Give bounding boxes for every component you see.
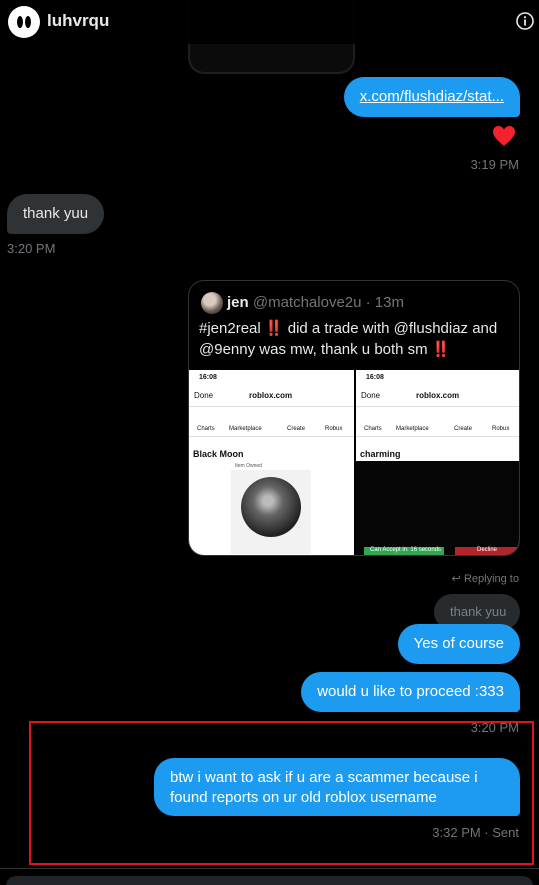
tweet-author-name[interactable]: jen	[227, 294, 249, 311]
item-owned-label: Item Owned	[235, 463, 262, 469]
tweet-image-1[interactable]: 16:08 Done roblox.com Charts Marketplace…	[189, 370, 354, 555]
conversation-username[interactable]: luhvrqu	[47, 11, 109, 31]
divider	[189, 406, 354, 407]
tweet-text: #jen2real ‼️ did a trade with @flushdiaz…	[199, 320, 498, 358]
item-title: Black Moon	[193, 449, 244, 459]
phone-status-time: 16:08	[199, 374, 217, 381]
roblox-nav-item: Marketplace	[229, 426, 262, 432]
divider	[189, 436, 354, 437]
tweet-author-line: jen @matchalove2u · 13m	[227, 294, 404, 311]
replying-to-label: ↩ Replying to	[451, 573, 519, 585]
message-timestamp: 3:19 PM	[470, 157, 519, 172]
conversation-header: luhvrqu	[0, 0, 539, 44]
tweet-author-avatar[interactable]	[201, 292, 223, 314]
black-moon-item-image	[241, 477, 301, 537]
avatar-eye	[25, 16, 31, 28]
trade-window	[356, 461, 519, 555]
roblox-nav-item: Charts	[197, 426, 215, 432]
divider	[356, 406, 519, 407]
avatar[interactable]	[8, 6, 40, 38]
outgoing-message-bubble[interactable]: btw i want to ask if u are a scammer bec…	[154, 758, 520, 816]
browser-url: roblox.com	[249, 391, 293, 400]
accept-trade-button: Can Accept in: 16 seconds	[364, 547, 444, 555]
shared-tweet-card[interactable]: jen @matchalove2u · 13m #jen2real ‼️ did…	[188, 280, 520, 556]
roblox-nav-item: Create	[287, 426, 306, 432]
tweet-author-handle: @matchalove2u · 13m	[252, 294, 404, 311]
outgoing-message-bubble[interactable]: Yes of course	[397, 624, 520, 664]
roblox-nav-item: Create	[454, 426, 473, 432]
incoming-message-bubble[interactable]: thank yuu	[7, 194, 105, 234]
divider	[356, 436, 519, 437]
info-icon[interactable]	[515, 11, 535, 31]
phone-status-time: 16:08	[366, 374, 384, 381]
divider	[0, 868, 539, 869]
browser-done-label: Done	[194, 391, 214, 400]
roblox-nav-item: Robux	[325, 426, 343, 432]
message-composer[interactable]	[6, 876, 533, 885]
decline-trade-button: Decline	[455, 547, 519, 555]
link-message-bubble[interactable]: x.com/flushdiaz/stat...	[343, 77, 520, 117]
browser-done-label: Done	[361, 391, 381, 400]
message-timestamp: 3:20 PM	[7, 241, 56, 256]
heart-reaction-icon[interactable]	[492, 125, 516, 147]
roblox-nav-item: Robux	[492, 426, 510, 432]
reply-arrow-icon: ↩	[451, 573, 464, 585]
browser-url: roblox.com	[416, 391, 460, 400]
tweet-image-2[interactable]: 16:08 Done roblox.com Charts Marketplace…	[356, 370, 519, 555]
roblox-nav-item: Marketplace	[396, 426, 429, 432]
roblox-nav-item: Charts	[364, 426, 382, 432]
outgoing-message-bubble[interactable]: would u like to proceed :333	[301, 672, 520, 712]
trade-title: charming	[360, 449, 401, 459]
message-status: 3:32 PM · Sent	[432, 825, 519, 840]
avatar-eye	[17, 16, 23, 28]
